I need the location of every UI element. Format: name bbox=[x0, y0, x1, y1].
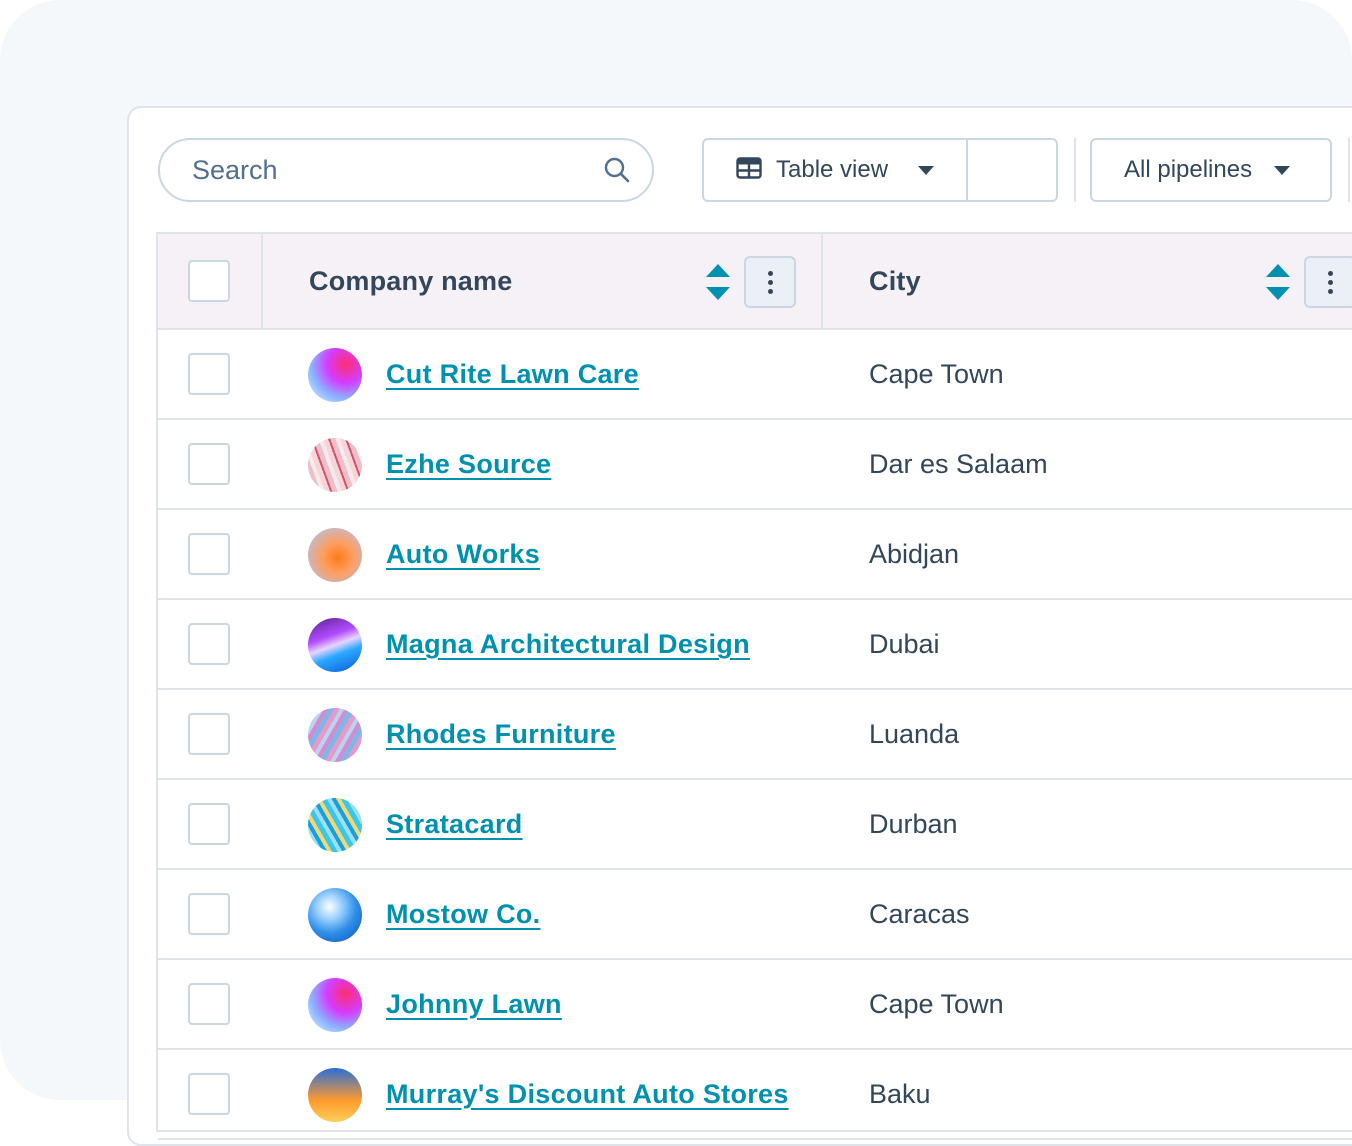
city-cell: Cape Town bbox=[869, 989, 1004, 1019]
row-checkbox[interactable] bbox=[188, 533, 230, 575]
search-icon[interactable] bbox=[602, 155, 632, 185]
select-all-checkbox[interactable] bbox=[188, 260, 230, 302]
table-row[interactable]: Cut Rite Lawn Care Cape Town bbox=[158, 330, 1352, 420]
column-header-company-name[interactable]: Company name bbox=[309, 234, 512, 328]
company-name-link[interactable]: Magna Architectural Design bbox=[386, 600, 750, 688]
company-logo bbox=[308, 798, 362, 852]
toolbar-divider bbox=[1074, 138, 1076, 202]
table-row[interactable]: Magna Architectural Design Dubai bbox=[158, 600, 1352, 690]
table-row[interactable]: Johnny Lawn Cape Town bbox=[158, 960, 1352, 1050]
row-checkbox[interactable] bbox=[188, 443, 230, 485]
view-selector-group: Table view bbox=[702, 138, 1058, 202]
pipelines-dropdown[interactable]: All pipelines bbox=[1090, 138, 1332, 202]
column-options-button[interactable] bbox=[744, 256, 796, 308]
company-name-link[interactable]: Murray's Discount Auto Stores bbox=[386, 1050, 789, 1138]
table-icon bbox=[736, 156, 762, 184]
company-logo bbox=[308, 708, 362, 762]
company-name-link[interactable]: Stratacard bbox=[386, 780, 523, 868]
row-checkbox[interactable] bbox=[188, 623, 230, 665]
toolbar-divider bbox=[1348, 138, 1350, 202]
table-row[interactable]: Auto Works Abidjan bbox=[158, 510, 1352, 600]
company-logo bbox=[308, 618, 362, 672]
search-input[interactable] bbox=[192, 154, 602, 186]
pipelines-label: All pipelines bbox=[1124, 156, 1253, 183]
sort-icon[interactable] bbox=[1264, 262, 1292, 302]
city-cell: Luanda bbox=[869, 719, 960, 749]
more-vertical-icon bbox=[1327, 270, 1333, 276]
table-view-dropdown[interactable]: Table view bbox=[704, 140, 968, 200]
city-cell: Durban bbox=[869, 809, 958, 839]
company-logo bbox=[308, 438, 362, 492]
company-logo bbox=[308, 888, 362, 942]
more-vertical-icon bbox=[767, 270, 773, 276]
row-checkbox[interactable] bbox=[188, 353, 230, 395]
view-options-button[interactable] bbox=[968, 140, 1056, 200]
company-name-link[interactable]: Auto Works bbox=[386, 510, 540, 598]
company-name-link[interactable]: Rhodes Furniture bbox=[386, 690, 616, 778]
city-cell: Cape Town bbox=[869, 359, 1004, 389]
search-box[interactable] bbox=[158, 138, 654, 202]
city-cell: Baku bbox=[869, 1079, 931, 1109]
company-name-link[interactable]: Ezhe Source bbox=[386, 420, 551, 508]
sort-icon[interactable] bbox=[704, 262, 732, 302]
company-name-link[interactable]: Cut Rite Lawn Care bbox=[386, 330, 639, 418]
table-row[interactable]: Rhodes Furniture Luanda bbox=[158, 690, 1352, 780]
caret-down-icon bbox=[1274, 165, 1291, 175]
company-logo bbox=[308, 978, 362, 1032]
company-logo bbox=[308, 1068, 362, 1122]
column-divider bbox=[261, 234, 263, 328]
table-row[interactable]: Mostow Co. Caracas bbox=[158, 870, 1352, 960]
city-cell: Dubai bbox=[869, 629, 940, 659]
table-row[interactable]: Murray's Discount Auto Stores Baku bbox=[158, 1050, 1352, 1140]
company-name-link[interactable]: Johnny Lawn bbox=[386, 960, 562, 1048]
table-row[interactable]: Stratacard Durban bbox=[158, 780, 1352, 870]
company-logo bbox=[308, 528, 362, 582]
companies-table: Company name City Cut Rite Lawn Care Cap… bbox=[156, 232, 1352, 1140]
column-header-city[interactable]: City bbox=[869, 234, 921, 328]
column-options-button[interactable] bbox=[1304, 256, 1352, 308]
city-cell: Dar es Salaam bbox=[869, 449, 1048, 479]
caret-down-icon bbox=[918, 165, 935, 175]
table-view-label: Table view bbox=[776, 156, 889, 183]
table-row[interactable]: Ezhe Source Dar es Salaam bbox=[158, 420, 1352, 510]
row-checkbox[interactable] bbox=[188, 1073, 230, 1115]
company-logo bbox=[308, 348, 362, 402]
row-checkbox[interactable] bbox=[188, 803, 230, 845]
city-cell: Abidjan bbox=[869, 539, 960, 569]
row-checkbox[interactable] bbox=[188, 893, 230, 935]
row-checkbox[interactable] bbox=[188, 983, 230, 1025]
company-name-link[interactable]: Mostow Co. bbox=[386, 870, 540, 958]
row-checkbox[interactable] bbox=[188, 713, 230, 755]
city-cell: Caracas bbox=[869, 899, 970, 929]
table-header: Company name City bbox=[158, 234, 1352, 330]
column-divider bbox=[821, 234, 823, 328]
